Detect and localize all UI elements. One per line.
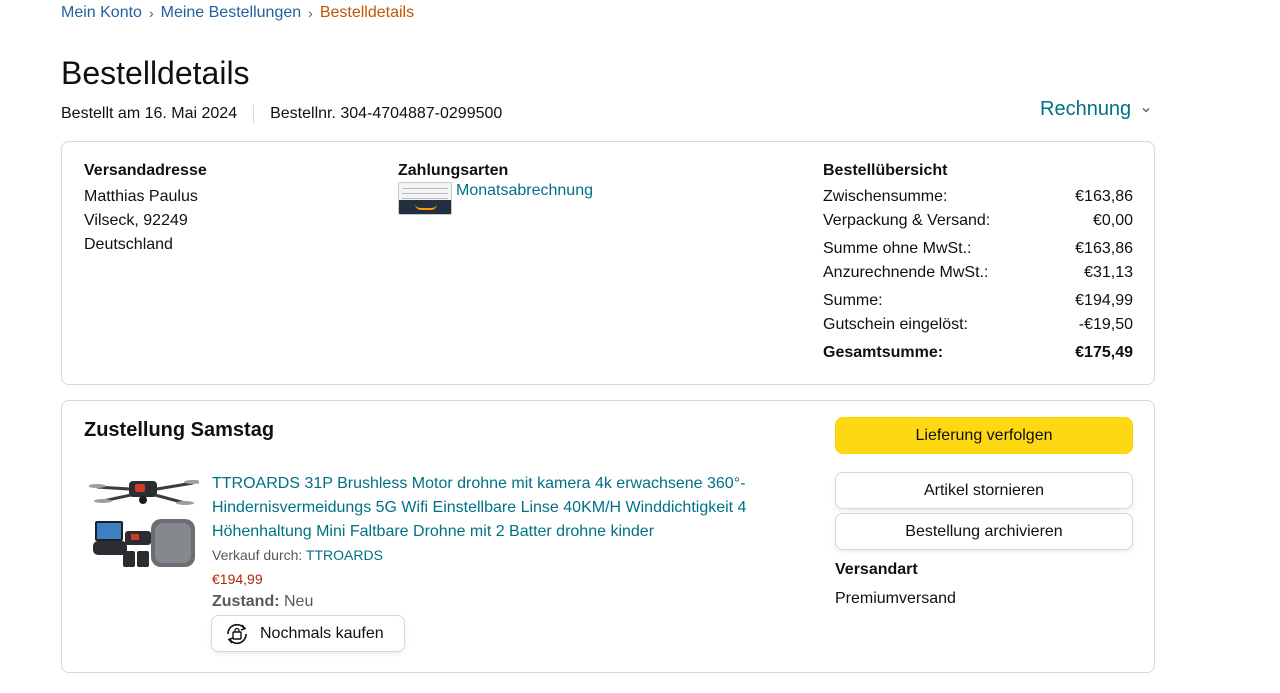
order-details-page: Mein Konto › Meine Bestellungen › Bestel… (0, 0, 1280, 693)
address-country: Deutschland (84, 236, 173, 253)
summary-row-total: Gesamtsumme: €175,49 (823, 341, 1133, 365)
summary-row-subtotal: Zwischensumme: €163,86 (823, 185, 1133, 209)
summary-row-sum: Summe: €194,99 (823, 289, 1133, 313)
order-date: Bestellt am 16. Mai 2024 (61, 105, 238, 122)
summary-value: €163,86 (1075, 240, 1133, 257)
shipping-type-value: Premiumversand (835, 590, 956, 607)
buy-again-button[interactable]: Nochmals kaufen (211, 615, 405, 652)
invoice-dropdown[interactable]: Rechnung (1040, 98, 1151, 121)
seller-link[interactable]: TTROARDS (306, 547, 383, 563)
archive-order-button[interactable]: Bestellung archivieren (835, 513, 1133, 550)
payment-card-icon (398, 182, 452, 215)
breadcrumb-current: Bestelldetails (319, 4, 415, 21)
breadcrumb-my-orders[interactable]: Meine Bestellungen (161, 4, 302, 22)
delivery-card: Zustellung Samstag TTROARDS 31P Brushles… (61, 400, 1155, 673)
payment-method-row: Monatsabrechnung (398, 182, 593, 215)
delivery-heading: Zustellung Samstag (84, 419, 275, 441)
product-title-link[interactable]: TTROARDS 31P Brushless Motor drohne mit … (212, 472, 802, 544)
order-overview: Bestellübersicht Zwischensumme: €163,86 … (823, 162, 1133, 365)
summary-label: Zwischensumme: (823, 188, 948, 205)
meta-divider (253, 105, 255, 123)
order-number: Bestellnr. 304-4704887-0299500 (270, 105, 503, 122)
total-value: €175,49 (1075, 344, 1133, 361)
product-price: €194,99 (212, 571, 263, 587)
chevron-down-icon (1142, 107, 1150, 112)
breadcrumb: Mein Konto › Meine Bestellungen › Bestel… (61, 4, 414, 22)
product-image[interactable] (89, 469, 199, 579)
breadcrumb-my-account[interactable]: Mein Konto (61, 4, 142, 22)
address-name: Matthias Paulus (84, 188, 198, 205)
payment-method-link[interactable]: Monatsabrechnung (456, 182, 593, 200)
summary-value: €0,00 (1092, 212, 1133, 229)
shipping-type-label: Versandart (835, 561, 918, 578)
buy-again-icon (227, 623, 247, 644)
summary-value: -€19,50 (1078, 316, 1133, 333)
summary-label: Anzurechnende MwSt.: (823, 264, 989, 281)
condition-label: Zustand: (212, 593, 280, 610)
address-city: Vilseck, 92249 (84, 212, 188, 229)
summary-row-voucher: Gutschein eingelöst: -€19,50 (823, 313, 1133, 337)
summary-label: Summe ohne MwSt.: (823, 240, 972, 257)
summary-value: €163,86 (1075, 188, 1133, 205)
invoice-label: Rechnung (1040, 98, 1132, 120)
summary-value: €194,99 (1075, 292, 1133, 309)
summary-label: Summe: (823, 292, 883, 309)
page-title: Bestelldetails (61, 55, 250, 91)
cancel-item-button[interactable]: Artikel stornieren (835, 472, 1133, 509)
breadcrumb-separator: › (148, 5, 154, 21)
summary-value: €31,13 (1084, 264, 1133, 281)
order-meta: Bestellt am 16. Mai 2024 Bestellnr. 304-… (61, 105, 502, 123)
summary-label: Verpackung & Versand: (823, 212, 991, 229)
summary-row-vat: Anzurechnende MwSt.: €31,13 (823, 261, 1133, 285)
breadcrumb-separator: › (308, 5, 313, 21)
summary-label: Gutschein eingelöst: (823, 316, 968, 333)
buy-again-label: Nochmals kaufen (260, 624, 384, 642)
payment-methods: Zahlungsarten Monatsabrechnung (398, 162, 593, 215)
summary-row-shipping: Verpackung & Versand: €0,00 (823, 209, 1133, 233)
condition-value: Neu (284, 593, 314, 610)
order-overview-heading: Bestellübersicht (823, 162, 948, 179)
seller-prefix: Verkauf durch: (212, 547, 303, 563)
track-package-button[interactable]: Lieferung verfolgen (835, 417, 1133, 454)
payment-heading: Zahlungsarten (398, 162, 509, 179)
product-condition: Zustand: Neu (212, 593, 313, 611)
shipping-address: Versandadresse Matthias Paulus Vilseck, … (84, 162, 207, 257)
total-label: Gesamtsumme: (823, 344, 944, 361)
order-summary-card: Versandadresse Matthias Paulus Vilseck, … (61, 141, 1155, 385)
shipping-address-heading: Versandadresse (84, 162, 207, 179)
summary-row-net: Summe ohne MwSt.: €163,86 (823, 237, 1133, 261)
seller-info: Verkauf durch: TTROARDS (212, 547, 383, 563)
